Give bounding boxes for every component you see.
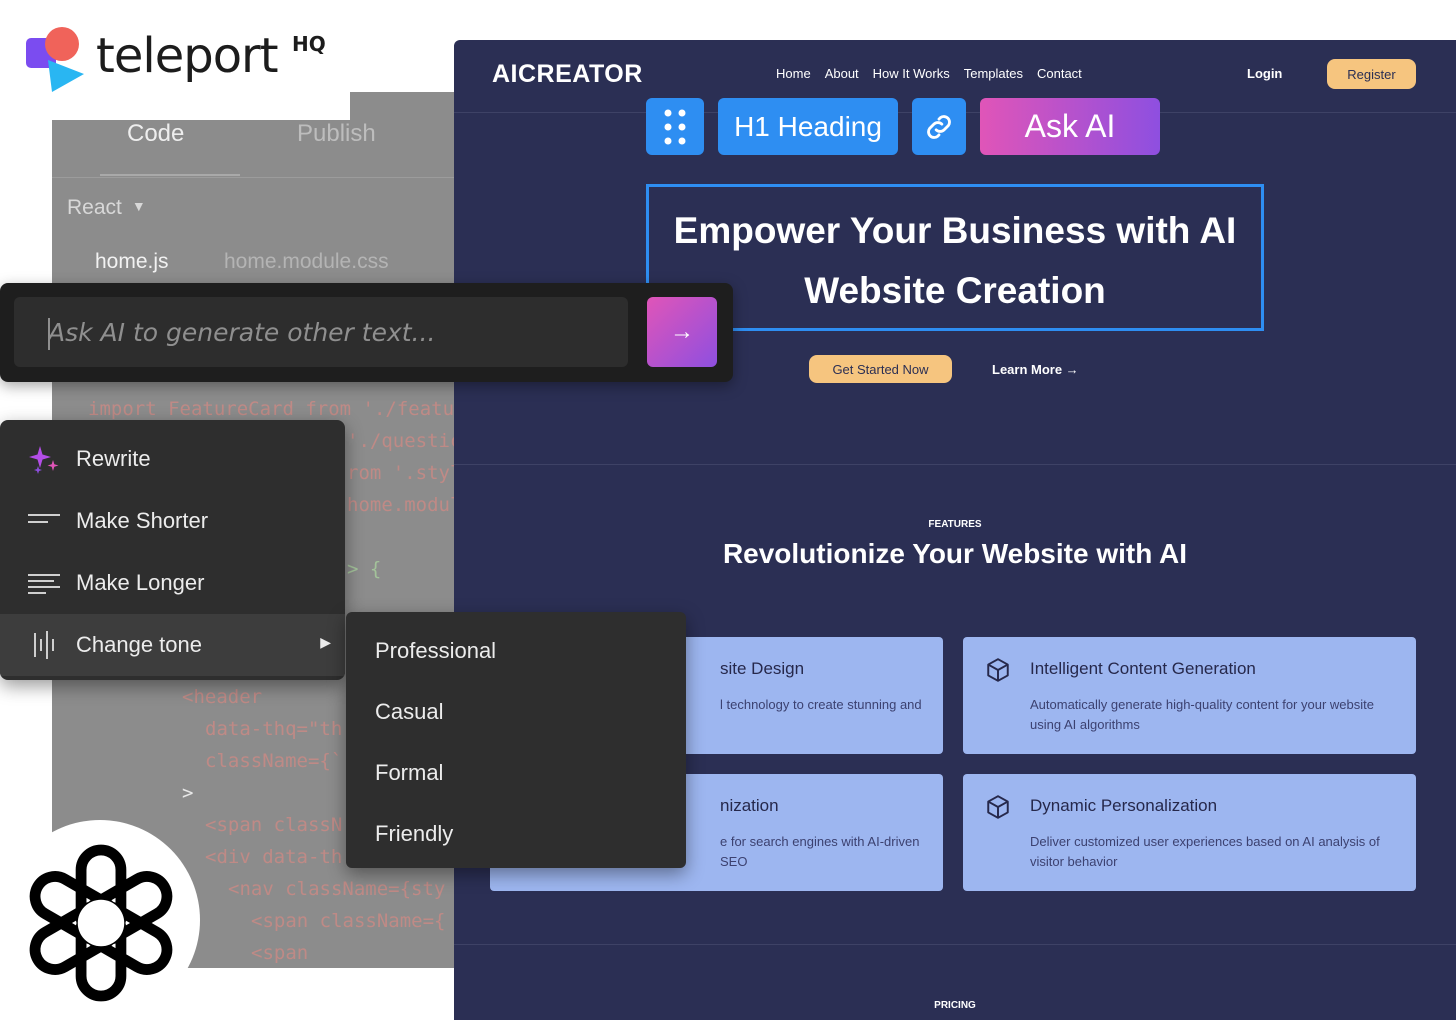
- ai-context-menu: Rewrite Make Shorter Make Longer Change …: [0, 420, 345, 680]
- nav-link-contact[interactable]: Contact: [1037, 66, 1082, 81]
- code-line: home.modul: [347, 494, 462, 516]
- tone-submenu: Professional Casual Formal Friendly: [346, 612, 686, 868]
- cube-icon: [987, 658, 1009, 682]
- code-line: className={`: [205, 750, 343, 772]
- code-line: './questic: [347, 430, 462, 452]
- site-brand[interactable]: AICREATOR: [492, 60, 643, 89]
- section-divider: [454, 944, 1456, 945]
- login-link[interactable]: Login: [1247, 66, 1282, 81]
- register-button[interactable]: Register: [1327, 59, 1416, 89]
- hero-heading-line-1: Empower Your Business with AI: [673, 210, 1237, 251]
- long-lines-icon: [28, 574, 60, 594]
- features-eyebrow: FEATURES: [928, 519, 982, 530]
- menu-item-make-longer[interactable]: Make Longer: [0, 552, 345, 614]
- code-line: <div data-th: [205, 846, 343, 868]
- code-line: rom '.styl: [347, 462, 462, 484]
- logo-card: teleport HQ: [0, 0, 350, 120]
- hero-heading-line-2: Website Creation: [804, 270, 1106, 311]
- chevron-right-icon: ▶: [320, 634, 331, 650]
- nav-link-home[interactable]: Home: [776, 66, 811, 81]
- feature-card-desc: l technology to create stunning and: [720, 697, 922, 712]
- code-line: <span: [251, 942, 309, 964]
- menu-item-label: Make Shorter: [76, 508, 209, 533]
- tabs-divider: [52, 177, 462, 178]
- get-started-button[interactable]: Get Started Now: [809, 355, 952, 383]
- code-line: data-thq="th: [205, 718, 343, 740]
- brand-name: teleport: [96, 28, 279, 84]
- menu-item-change-tone[interactable]: Change tone ▶: [0, 614, 345, 676]
- hero-heading-selection[interactable]: Empower Your Business with AI Website Cr…: [646, 184, 1264, 331]
- text-cursor: [48, 318, 50, 350]
- code-line: import FeatureCard from './featu: [88, 398, 455, 420]
- file-tab-home-js[interactable]: home.js: [95, 250, 169, 274]
- tab-code[interactable]: Code: [127, 120, 184, 148]
- code-line: <span classN: [205, 814, 343, 836]
- code-line: > {: [347, 558, 382, 580]
- nav-link-how-it-works[interactable]: How It Works: [873, 66, 950, 81]
- ask-ai-input[interactable]: [14, 297, 628, 367]
- heading-type-button[interactable]: H1 Heading: [718, 98, 898, 155]
- tab-publish[interactable]: Publish: [297, 120, 376, 148]
- ask-ai-button[interactable]: Ask AI: [980, 98, 1160, 155]
- feature-card-title: Dynamic Personalization: [1030, 796, 1218, 815]
- caret-down-icon: ▼: [131, 198, 146, 214]
- menu-item-label: Make Longer: [76, 570, 205, 595]
- teleport-logo-icon: [26, 27, 84, 92]
- feature-card-desc: e for search engines with AI-driven SEO: [720, 834, 920, 869]
- openai-logo-icon: [29, 844, 173, 1002]
- ask-ai-send-button[interactable]: →: [647, 297, 717, 367]
- menu-item-label: Change tone: [76, 632, 202, 657]
- code-line: >: [182, 782, 194, 804]
- features-title: Revolutionize Your Website with AI: [722, 538, 1188, 569]
- file-tab-home-module-css[interactable]: home.module.css: [224, 250, 389, 274]
- tone-option-professional[interactable]: Professional: [375, 638, 496, 664]
- drag-dots-icon: [664, 109, 686, 144]
- ask-ai-bar: →: [0, 283, 733, 382]
- tone-option-casual[interactable]: Casual: [375, 699, 443, 725]
- brand-suffix: HQ: [292, 32, 326, 56]
- framework-select[interactable]: React ▼: [67, 196, 146, 220]
- menu-item-make-shorter[interactable]: Make Shorter: [0, 490, 345, 552]
- feature-card-title: nization: [720, 796, 779, 815]
- code-line: <nav className={sty: [228, 878, 446, 900]
- tone-option-friendly[interactable]: Friendly: [375, 821, 453, 847]
- section-divider: [454, 464, 1456, 465]
- active-tab-indicator: [100, 174, 240, 176]
- short-lines-icon: [28, 514, 60, 523]
- hero-heading[interactable]: Empower Your Business with AI Website Cr…: [649, 201, 1261, 321]
- pricing-eyebrow: PRICING: [934, 1000, 976, 1011]
- framework-label: React: [67, 196, 122, 219]
- drag-handle-button[interactable]: [646, 98, 704, 155]
- feature-card-title: site Design: [720, 659, 805, 678]
- code-line: <span className={: [251, 910, 446, 932]
- link-button[interactable]: [912, 98, 966, 155]
- feature-card-title: Intelligent Content Generation: [1030, 659, 1256, 678]
- link-icon: [927, 114, 951, 139]
- menu-item-rewrite[interactable]: Rewrite: [0, 428, 345, 490]
- feature-card-desc: Deliver customized user experiences base…: [1030, 834, 1380, 869]
- waveform-icon: [34, 631, 54, 659]
- sparkles-icon: [29, 446, 59, 474]
- nav-link-about[interactable]: About: [825, 66, 859, 81]
- feature-card-desc: Automatically generate high-quality cont…: [1030, 697, 1374, 732]
- website-preview: AICREATOR Home About How It Works Templa…: [454, 40, 1456, 1020]
- learn-more-link[interactable]: Learn More →: [992, 362, 1079, 377]
- tone-option-formal[interactable]: Formal: [375, 760, 443, 786]
- feature-card: Dynamic Personalization Deliver customiz…: [963, 774, 1416, 891]
- nav-link-templates[interactable]: Templates: [964, 66, 1023, 81]
- cube-icon: [987, 795, 1009, 819]
- site-nav: Home About How It Works Templates Contac…: [776, 66, 1082, 81]
- code-line: <header: [182, 686, 263, 708]
- feature-card: Intelligent Content Generation Automatic…: [963, 637, 1416, 754]
- menu-item-label: Rewrite: [76, 446, 151, 471]
